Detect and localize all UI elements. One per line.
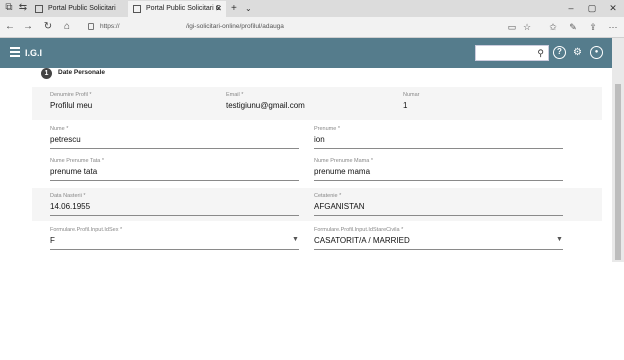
field-value: AFGANISTAN (314, 202, 365, 211)
field-underline (314, 215, 563, 216)
home-button[interactable]: ⌂ (60, 20, 74, 34)
maximize-button[interactable]: ▢ (584, 0, 600, 17)
share-icon[interactable]: ⇪ (586, 20, 600, 34)
scrollbar-thumb[interactable] (615, 84, 621, 260)
field-value: ion (314, 135, 325, 144)
field-value: petrescu (50, 135, 81, 144)
favorite-star-icon[interactable]: ☆ (520, 20, 534, 34)
gear-icon[interactable]: ⚙ (571, 46, 584, 59)
page-icon (133, 5, 141, 13)
new-tab-button[interactable]: + (231, 0, 237, 17)
refresh-button[interactable]: ↻ (41, 20, 55, 34)
field-underline (50, 148, 299, 149)
browser-tab-bar: ⧉ ⇆ Portal Public Solicitari Onlin Porta… (0, 0, 624, 28)
field-label: Formulare.Profil.Input.IdSex * (50, 227, 123, 233)
field-value: testigiunu@gmail.com (226, 101, 305, 110)
url-path: /igi-solicitari-online/profilul/adauga (186, 23, 284, 30)
field-value: 14.06.1955 (50, 202, 91, 211)
close-window-button[interactable]: ✕ (605, 0, 621, 17)
field-label: Nume Prenume Mama * (314, 158, 373, 164)
field-label: Denumire Profil * (50, 92, 92, 98)
field-label: Numar (403, 92, 420, 98)
field-label: Cetatenie * (314, 193, 342, 199)
url-field[interactable]: https:// /igi-solicitari-online/profilul… (88, 21, 498, 33)
tab-title: Portal Public Solicitari C (146, 5, 221, 12)
field-underline (50, 249, 299, 250)
app-header: I.G.I ⚲ ? ⚙ ● (0, 38, 612, 68)
field-value: F (50, 236, 55, 245)
row-profile-band (32, 87, 602, 120)
field-value: 1 (403, 101, 408, 110)
field-value: CASATORIT/A / MARRIED (314, 236, 410, 245)
tab-actions-icon[interactable]: ⧉ (3, 2, 15, 14)
more-options-icon[interactable]: ⋯ (606, 20, 620, 34)
field-label: Formulare.Profil.Input.IdStareCivila * (314, 227, 404, 233)
forward-button[interactable]: → (21, 20, 35, 34)
favorites-hub-icon[interactable]: ✩ (546, 20, 560, 34)
field-label: Email * (226, 92, 244, 98)
chevron-down-icon[interactable]: ▼ (292, 236, 299, 243)
pen-notes-icon[interactable]: ✎ (566, 20, 580, 34)
close-tab-icon[interactable]: ✕ (215, 1, 222, 17)
blank-area (0, 262, 624, 360)
field-label: Prenume * (314, 126, 340, 132)
app-title: I.G.I (25, 48, 43, 58)
field-underline (314, 180, 563, 181)
minimize-button[interactable]: – (563, 0, 579, 17)
set-aside-tabs-icon[interactable]: ⇆ (17, 2, 29, 14)
tab-dropdown-icon[interactable]: ⌄ (245, 0, 252, 17)
field-label: Data Nasterii * (50, 193, 86, 199)
menu-icon[interactable] (10, 47, 20, 57)
field-value: prenume tata (50, 167, 98, 176)
search-icon[interactable]: ⚲ (537, 47, 544, 60)
account-icon[interactable]: ● (590, 46, 603, 59)
field-value: prenume mama (314, 167, 371, 176)
address-bar-row: ← → ↻ ⌂ https:// /igi-solicitari-online/… (0, 17, 624, 38)
chevron-down-icon[interactable]: ▼ (556, 236, 563, 243)
search-input[interactable]: ⚲ (475, 45, 549, 61)
page-scrollbar[interactable] (612, 38, 624, 262)
field-underline (50, 180, 299, 181)
section-title: Date Personale (58, 69, 105, 76)
field-underline (50, 215, 299, 216)
lock-icon (88, 23, 94, 30)
browser-tab-2[interactable]: Portal Public Solicitari C ✕ (128, 1, 226, 17)
page-icon (35, 5, 43, 13)
step-number-badge: 1 (41, 68, 52, 79)
field-underline (314, 148, 563, 149)
help-icon[interactable]: ? (553, 46, 566, 59)
field-underline (314, 249, 563, 250)
reading-view-icon[interactable]: ▭ (505, 20, 519, 34)
field-label: Nume Prenume Tata * (50, 158, 105, 164)
url-protocol: https:// (100, 23, 120, 30)
back-button[interactable]: ← (3, 20, 17, 34)
field-value: Profilul meu (50, 101, 93, 110)
field-label: Nume * (50, 126, 69, 132)
browser-tab-1[interactable]: Portal Public Solicitari Onlin (30, 1, 126, 28)
